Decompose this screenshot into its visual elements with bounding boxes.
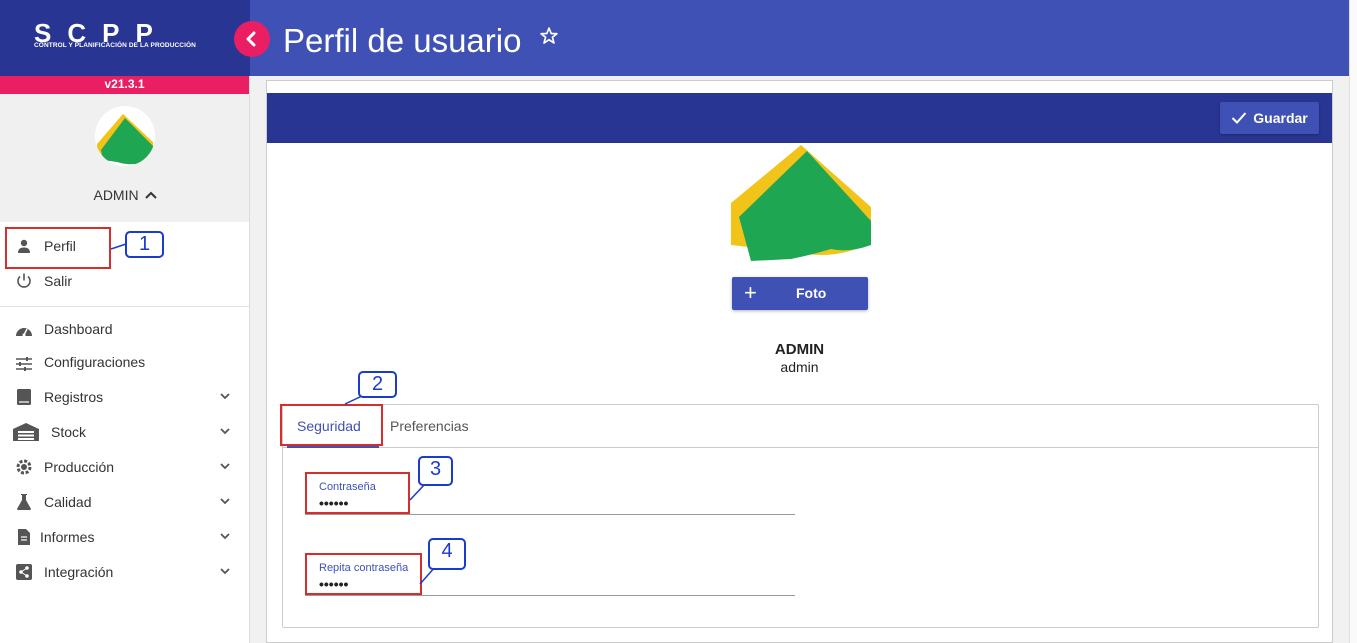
input-underline [305,514,795,515]
tab-strip: Seguridad Preferencias [283,405,1318,448]
panel-toolbar: Guardar [267,93,1332,143]
warehouse-icon [11,422,41,442]
sidebar-item-label: Informes [40,529,95,545]
flask-icon [14,492,34,512]
chevron-down-icon [220,533,230,540]
plus-icon: + [744,280,757,305]
sidebar-item-configuraciones[interactable]: Configuraciones [0,346,249,379]
scrollbar[interactable] [1349,0,1357,643]
input-underline [305,595,795,596]
top-bar: SCPP CONTROL Y PLANIFICACIÓN DE LA PRODU… [0,0,1349,76]
sidebar-item-registros[interactable]: Registros [0,379,249,414]
callout-4: 4 [428,538,466,570]
main-nav: Dashboard Configuraciones Registros Stoc… [0,313,249,589]
sidebar-item-label: Calidad [44,494,92,510]
logo: SCPP CONTROL Y PLANIFICACIÓN DE LA PRODU… [0,0,250,76]
divider [0,306,249,307]
save-button[interactable]: Guardar [1220,102,1319,134]
star-icon[interactable] [539,26,559,46]
page-title: Perfil de usuario [283,22,522,59]
username: admin [780,359,819,375]
version-label: v21.3.1 [0,76,249,94]
tab-preferencias[interactable]: Preferencias [390,418,469,434]
sidebar-item-label: Producción [44,459,115,475]
sidebar-item-calidad[interactable]: Calidad [0,484,249,519]
chevron-up-icon [144,191,157,199]
chevron-down-icon [220,428,230,435]
photo-label: Foto [796,285,827,301]
callout-1: 1 [125,231,164,258]
sidebar-item-integracion[interactable]: Integración [0,554,249,589]
sliders-icon [14,354,34,374]
power-icon [14,271,34,291]
add-photo-button[interactable]: + Foto [732,277,868,310]
logo-text: SCPP [34,18,169,48]
profile-tabs: Seguridad Preferencias Contraseña ••••••… [282,404,1319,628]
app-window: SCPP CONTROL Y PLANIFICACIÓN DE LA PRODU… [0,0,1357,643]
highlight-box [305,472,410,514]
sidebar-item-label: Registros [44,389,104,405]
sidebar-item-label: Integración [44,564,114,580]
sidebar-item-label: Dashboard [44,321,113,337]
callout-2: 2 [358,371,397,398]
share-icon [14,562,34,582]
gear-icon [14,457,34,477]
highlight-box [305,553,422,595]
chevron-down-icon [220,568,230,575]
profile-panel: Guardar + Foto ADMIN admin Seguridad Pre… [266,80,1333,643]
chevron-down-icon [220,498,230,505]
chevron-down-icon [220,393,230,400]
avatar [95,106,155,166]
chevron-down-icon [220,463,230,470]
highlight-box [5,227,111,269]
display-name: ADMIN [774,341,825,358]
sidebar-item-label: Stock [51,424,87,440]
logo-subtitle: CONTROL Y PLANIFICACIÓN DE LA PRODUCCIÓN [34,42,196,49]
chevron-left-icon [246,31,256,47]
sidebar: v21.3.1 ADMIN Perfil Salir Dashboard Con… [0,76,250,643]
document-icon [14,527,34,547]
sidebar-item-label: Configuraciones [44,354,146,370]
profile-photo [731,145,871,265]
user-panel: ADMIN [0,94,249,222]
sidebar-item-produccion[interactable]: Producción [0,449,249,484]
highlight-box [280,404,383,446]
speedometer-icon [14,321,34,341]
callout-3: 3 [418,456,453,486]
save-label: Guardar [1253,110,1308,126]
book-icon [14,387,34,407]
sidebar-item-label: Salir [44,273,73,289]
user-name: ADMIN [93,187,139,203]
sidebar-item-informes[interactable]: Informes [0,519,249,554]
sidebar-item-dashboard[interactable]: Dashboard [0,313,249,346]
check-icon [1232,112,1247,124]
collapse-sidebar-button[interactable] [234,21,270,57]
sidebar-item-stock[interactable]: Stock [0,414,249,449]
user-menu-toggle[interactable]: ADMIN [0,187,250,203]
